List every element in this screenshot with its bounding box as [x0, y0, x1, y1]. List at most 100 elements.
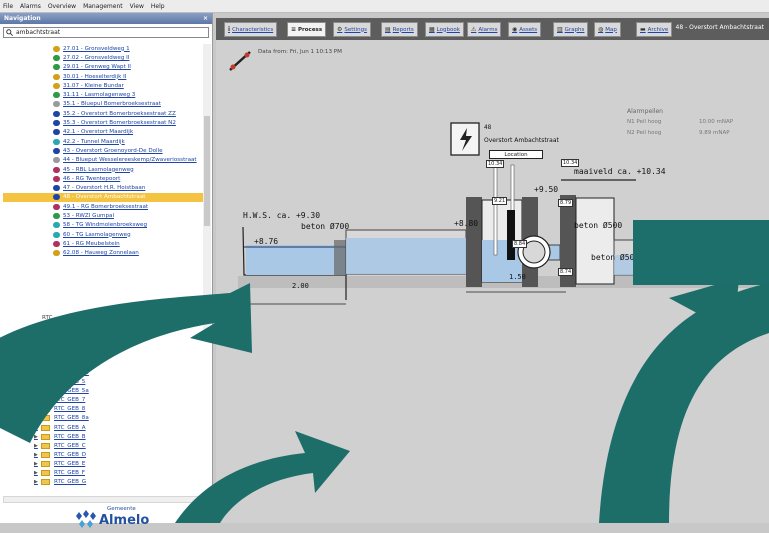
station-list-item[interactable]: 60 - TG Lasmolagenweg — [3, 230, 203, 239]
station-icon — [53, 73, 60, 80]
station-list-item[interactable]: 31.11 - Lasmolagenweg 3 — [3, 90, 203, 99]
logo-name: Almelo — [99, 513, 150, 528]
station-icon — [53, 166, 60, 173]
station-list-item[interactable]: 31.07 - Kleine Bundar — [3, 81, 203, 90]
station-list-item[interactable]: 46 - RG Twentepoort — [3, 174, 203, 183]
station-name: Overstort Ambachtstraat — [484, 137, 559, 144]
station-list-item[interactable]: 42.2 - Tunnel Maardijk — [3, 137, 203, 146]
tab-assets[interactable]: ◉ Assets — [508, 22, 542, 37]
alarm-icon: ⚠ — [471, 26, 477, 33]
station-list-item[interactable]: 43 - Overstort Groenoyord-De Dolle — [3, 146, 203, 155]
scroll-thumb[interactable] — [204, 116, 210, 226]
station-icon — [53, 147, 60, 154]
station-list-item[interactable]: 35.3 - Overstort Bomerbroeksestraat N2 — [3, 118, 203, 127]
tab-label: Assets — [519, 26, 538, 33]
archive-icon: ▬ — [640, 26, 646, 33]
chamber-wall-left — [466, 197, 482, 287]
station-list-item[interactable]: 53 - RWZI Gumpal — [3, 211, 203, 220]
tab-characteristics[interactable]: i Characteristics — [224, 22, 278, 37]
maaiveld-label: maaiveld ca. +10.34 — [574, 167, 666, 176]
station-icon — [53, 175, 60, 182]
station-list-item[interactable]: 27.01 - Gronsveldweg 1 — [3, 44, 203, 53]
logbook-icon: ▦ — [429, 26, 435, 33]
tab-label: Map — [605, 26, 617, 33]
station-list-item[interactable]: 62.08 - Hauweg Zonnelaan — [3, 249, 203, 258]
station-icon — [53, 212, 60, 219]
alarm-level-1-value: 10.00 mNAP — [699, 119, 734, 125]
station-label: 43 - Overstort Groenoyord-De Dolle — [63, 147, 163, 154]
station-list-item[interactable]: 47 - Overstort H.R. Hoistbaan — [3, 183, 203, 192]
station-list-item[interactable]: 35.1 - Bluepul Bomerbroeksestraat — [3, 100, 203, 109]
station-icon — [53, 120, 60, 127]
data-timestamp: Data from: Fri, Jun 1 10:13 PM — [258, 49, 342, 55]
station-label: 27.01 - Gronsveldweg 1 — [63, 45, 130, 52]
station-list-item[interactable]: 42.1 - Overstort Maardijk — [3, 128, 203, 137]
station-icon — [53, 222, 60, 229]
station-icon — [53, 157, 60, 164]
hws-label: H.W.S. ca. +9.30 — [243, 211, 321, 220]
station-list-item[interactable]: 44 - Blueput Wesselereeskemp/Zwaveriosst… — [3, 156, 203, 165]
sensor-921: 9.21 — [492, 197, 508, 205]
navigation-header: Navigation × — [0, 13, 212, 24]
station-label: 29.01 - Grenweg Wapt II — [63, 64, 131, 71]
station-icon — [53, 82, 60, 89]
station-label: 62.08 - Hauweg Zonnelaan — [63, 250, 139, 257]
window-title: 48 - Overstort Ambachtstraat — [675, 24, 764, 31]
station-list-item[interactable]: 27.02 - Gronsveldweg II — [3, 53, 203, 62]
tab-label: Settings — [344, 26, 367, 33]
search-input[interactable]: ambachtstraat — [3, 27, 209, 38]
search-value: ambachtstraat — [16, 29, 61, 36]
tab-archive[interactable]: ▬ Archive — [636, 22, 673, 37]
level-876: +8.76 — [254, 237, 279, 246]
station-label: 35.3 - Overstort Bomerbroeksestraat N2 — [63, 120, 176, 127]
station-list-item[interactable]: 49.1 - RG Bomerbroeksestraat — [3, 202, 203, 211]
menu-bar: File Alarms Overview Management View Help — [0, 0, 769, 13]
menu-item[interactable]: Management — [83, 3, 123, 10]
menu-item[interactable]: Alarms — [20, 3, 41, 10]
station-label: 35.1 - Bluepul Bomerbroeksestraat — [63, 101, 161, 108]
station-list-item[interactable]: 29.01 - Grenweg Wapt II — [3, 63, 203, 72]
station-list-item[interactable]: 35.2 - Overstort Bomerbroeksestraat ZZ — [3, 109, 203, 118]
station-icon — [53, 240, 60, 247]
station-label: 49.1 - RG Bomerbroeksestraat — [63, 203, 149, 210]
station-icon — [53, 92, 60, 99]
station-icon — [53, 194, 60, 201]
tab-graphs[interactable]: ▥ Graphs — [553, 22, 589, 37]
tab-reports[interactable]: ▤ Reports — [381, 22, 418, 37]
tab-settings[interactable]: ⚙ Settings — [333, 22, 371, 37]
beton700-label: beton Ø700 — [301, 222, 350, 231]
tab-map[interactable]: ◍ Map — [594, 22, 621, 37]
close-icon[interactable]: × — [203, 15, 208, 22]
station-icon — [53, 185, 60, 192]
tab-label: Graphs — [564, 26, 585, 33]
map-icon: ◍ — [598, 26, 604, 33]
level-950: +9.50 — [534, 185, 559, 194]
menu-item[interactable]: File — [3, 3, 13, 10]
station-list-item[interactable]: 45 - RBL Lasmolagenweg — [3, 165, 203, 174]
station-icon — [53, 101, 60, 108]
tab-logbook[interactable]: ▦ Logbook — [425, 22, 464, 37]
connection-icon — [229, 51, 251, 71]
tab-process[interactable]: ≡ Process — [287, 22, 327, 37]
menu-item[interactable]: View — [130, 3, 144, 10]
station-list-item[interactable]: 58 - TG Windmolenbroeksweg — [3, 221, 203, 230]
station-number: 48 — [484, 124, 492, 131]
sensor-1034-right: 10.34 — [561, 159, 580, 167]
station-icon — [53, 54, 60, 61]
alarm-level-2-value: 9.89 mNAP — [699, 130, 730, 136]
station-icon — [53, 110, 60, 117]
station-list-item[interactable]: 48 - Overstort Ambachtstraat — [3, 192, 203, 203]
station-list-item[interactable]: 61 - RG Meubelstein — [3, 239, 203, 248]
station-icon — [53, 64, 60, 71]
location-button[interactable]: Location — [489, 150, 543, 159]
station-label: 60 - TG Lasmolagenweg — [63, 231, 131, 238]
assets-icon: ◉ — [512, 26, 518, 33]
tab-alarms[interactable]: ⚠ Alarms — [467, 22, 502, 37]
menu-item[interactable]: Help — [151, 3, 165, 10]
arrow-overlay-bottom-icon — [175, 431, 350, 523]
station-list-item[interactable]: 30.01 - Hoeselterdijk II — [3, 72, 203, 81]
beton500-label-bottom: beton Ø500 — [591, 253, 640, 262]
menu-item[interactable]: Overview — [48, 3, 76, 10]
tab-label: Reports — [392, 26, 414, 33]
reports-icon: ▤ — [385, 26, 391, 33]
